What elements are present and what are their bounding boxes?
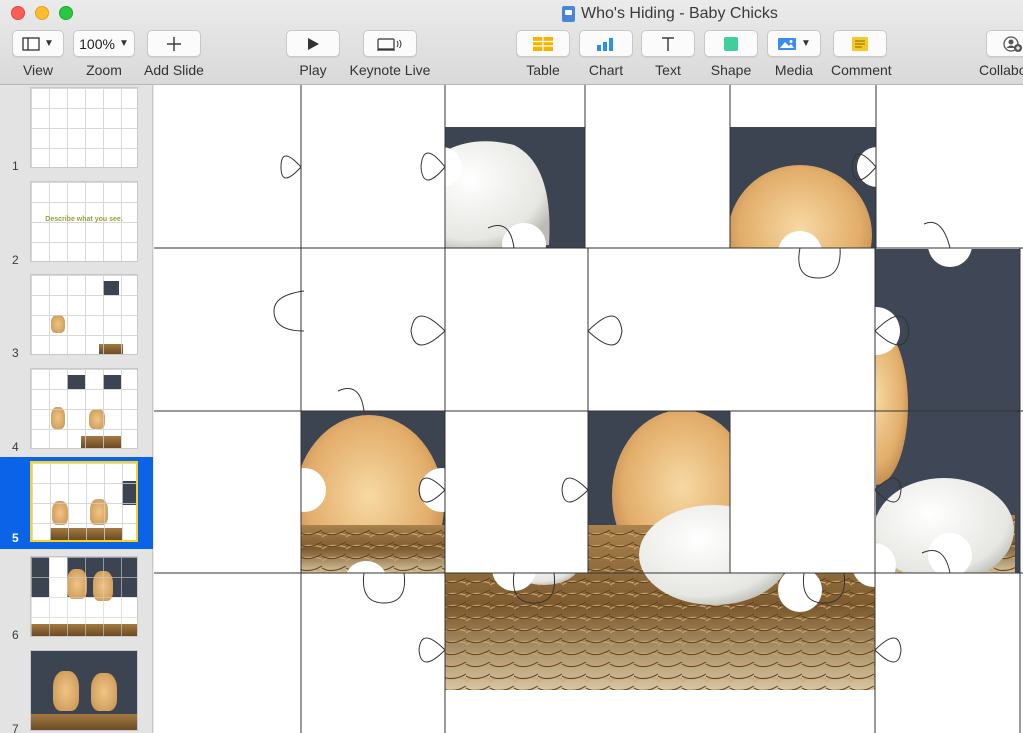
slide-thumbnail-5[interactable]: 5 bbox=[0, 457, 153, 549]
keynote-live-icon bbox=[377, 37, 402, 51]
comment-tool[interactable]: Comment bbox=[831, 30, 892, 78]
puzzle-slide bbox=[154, 85, 1023, 733]
collaborate-tool[interactable]: Collabo bbox=[979, 30, 1023, 78]
close-window-button[interactable] bbox=[11, 6, 25, 20]
zoom-value: 100% bbox=[79, 35, 115, 52]
slide-number: 2 bbox=[12, 253, 19, 267]
plus-icon bbox=[167, 36, 181, 51]
zoom-label: Zoom bbox=[86, 62, 122, 78]
chart-button[interactable] bbox=[579, 30, 633, 57]
slide-thumbnail-6[interactable]: 6 bbox=[0, 554, 153, 646]
zoom-tool[interactable]: 100% ▼ Zoom bbox=[73, 30, 135, 78]
window-title: Who's Hiding - Baby Chicks bbox=[562, 4, 778, 24]
keynote-window: Who's Hiding - Baby Chicks ▼ View 100% ▼… bbox=[0, 0, 1023, 733]
comment-icon bbox=[852, 36, 868, 51]
add-slide-button[interactable] bbox=[147, 30, 201, 57]
slide-thumbnail-7[interactable]: 7 bbox=[0, 648, 153, 733]
slide-number: 5 bbox=[12, 531, 19, 545]
slide-preview bbox=[30, 650, 138, 731]
shape-icon bbox=[724, 36, 738, 51]
slide-preview bbox=[30, 274, 138, 355]
fullscreen-window-button[interactable] bbox=[59, 6, 73, 20]
slide-preview bbox=[30, 87, 138, 168]
chart-tool[interactable]: Chart bbox=[579, 30, 633, 78]
slide-preview bbox=[30, 368, 138, 449]
play-button[interactable] bbox=[286, 30, 340, 57]
slide-preview bbox=[30, 461, 138, 542]
slide-number: 6 bbox=[12, 628, 19, 642]
text-tool[interactable]: Text bbox=[641, 30, 695, 78]
collaborate-icon bbox=[1003, 35, 1022, 52]
keynote-live-button[interactable] bbox=[363, 30, 417, 57]
shape-label: Shape bbox=[710, 62, 752, 78]
add-slide-tool[interactable]: Add Slide bbox=[143, 30, 205, 78]
table-label: Table bbox=[526, 62, 560, 78]
play-label: Play bbox=[299, 62, 327, 78]
slide-number: 1 bbox=[12, 159, 19, 173]
table-icon bbox=[533, 36, 553, 51]
chart-label: Chart bbox=[588, 62, 624, 78]
shape-tool[interactable]: Shape bbox=[704, 30, 758, 78]
photo-icon bbox=[778, 37, 797, 50]
view-label: View bbox=[22, 62, 54, 78]
minimize-window-button[interactable] bbox=[35, 6, 49, 20]
play-tool[interactable]: Play bbox=[286, 30, 340, 78]
collaborate-label: Collabo bbox=[979, 62, 1023, 78]
slide-number: 7 bbox=[12, 722, 19, 733]
shape-button[interactable] bbox=[704, 30, 758, 57]
slide-canvas[interactable] bbox=[154, 85, 1023, 733]
slide-number: 4 bbox=[12, 440, 19, 454]
text-button[interactable] bbox=[641, 30, 695, 57]
view-tool[interactable]: ▼ View bbox=[12, 30, 64, 78]
toolbar: Who's Hiding - Baby Chicks ▼ View 100% ▼… bbox=[0, 0, 1023, 85]
slide-number: 3 bbox=[12, 346, 19, 360]
media-tool[interactable]: ▼ Media bbox=[767, 30, 821, 78]
comment-button[interactable] bbox=[833, 30, 887, 57]
keynote-live-label: Keynote Live bbox=[349, 62, 431, 78]
chevron-down-icon: ▼ bbox=[801, 38, 811, 49]
slide-navigator: 1 Describe what you see. 2 3 4 5 6 7 bbox=[0, 85, 153, 733]
add-slide-label: Add Slide bbox=[144, 62, 204, 78]
sidebar-layout-icon bbox=[22, 36, 40, 51]
zoom-popup[interactable]: 100% ▼ bbox=[73, 30, 135, 57]
slide-preview-text: Describe what you see. bbox=[45, 216, 123, 223]
table-tool[interactable]: Table bbox=[516, 30, 570, 78]
keynote-live-tool[interactable]: Keynote Live bbox=[348, 30, 432, 78]
chevron-down-icon: ▼ bbox=[118, 38, 129, 49]
comment-label: Comment bbox=[831, 62, 892, 78]
collaborate-button[interactable] bbox=[986, 30, 1023, 57]
play-icon bbox=[308, 37, 319, 50]
media-label: Media bbox=[774, 62, 814, 78]
slide-thumbnail-2[interactable]: Describe what you see. 2 bbox=[0, 179, 153, 271]
slide-thumbnail-4[interactable]: 4 bbox=[0, 366, 153, 458]
slide-preview bbox=[30, 556, 138, 637]
keynote-document-icon bbox=[562, 6, 575, 22]
slide-thumbnail-3[interactable]: 3 bbox=[0, 272, 153, 364]
text-label: Text bbox=[655, 62, 681, 78]
view-button[interactable]: ▼ bbox=[12, 30, 64, 57]
window-title-text: Who's Hiding - Baby Chicks bbox=[581, 5, 778, 22]
slide-thumbnail-1[interactable]: 1 bbox=[0, 85, 153, 177]
chevron-down-icon: ▼ bbox=[44, 38, 54, 49]
table-button[interactable] bbox=[516, 30, 570, 57]
bar-chart-icon bbox=[597, 37, 613, 51]
media-button[interactable]: ▼ bbox=[767, 30, 821, 57]
text-icon bbox=[662, 36, 674, 51]
slide-preview: Describe what you see. bbox=[30, 181, 138, 262]
